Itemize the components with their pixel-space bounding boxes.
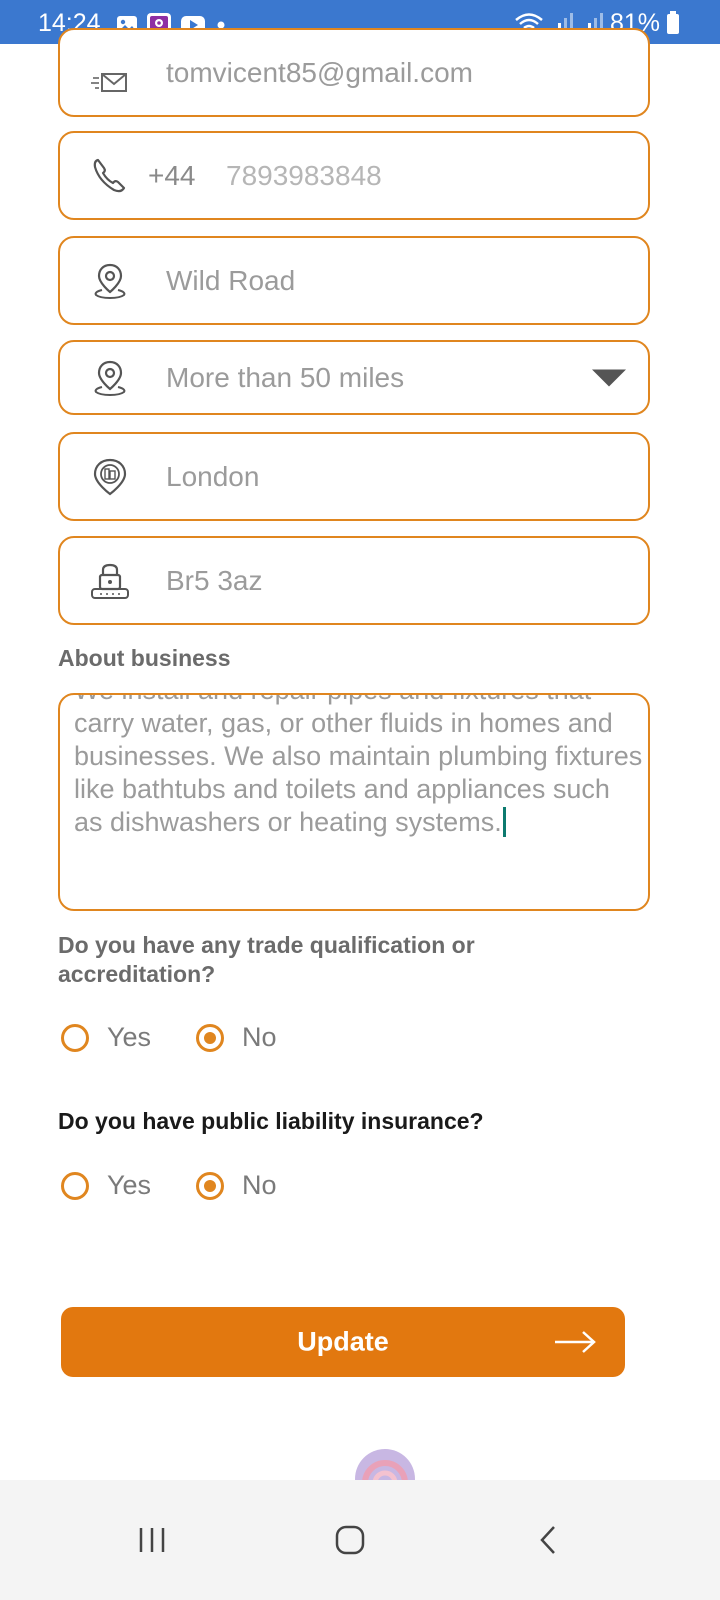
postcode-value: Br5 3az xyxy=(166,564,263,596)
city-value: London xyxy=(166,460,260,492)
qualification-question: Do you have any trade qualification or a… xyxy=(58,932,475,987)
back-button[interactable] xyxy=(518,1510,578,1570)
recent-apps-button[interactable] xyxy=(122,1510,182,1570)
home-icon xyxy=(335,1525,365,1555)
radio-unselected[interactable] xyxy=(61,1171,89,1200)
radio-label: Yes xyxy=(107,1170,152,1200)
radio-label: No xyxy=(242,1170,277,1200)
about-business-textarea[interactable]: We install and repair pipes and fixtures… xyxy=(58,693,650,911)
country-code[interactable]: +44 xyxy=(148,160,196,192)
insurance-question: Do you have public liability insurance? xyxy=(58,1108,484,1134)
city-field[interactable]: London xyxy=(58,432,650,521)
postcode-field[interactable]: Br5 3az xyxy=(58,536,650,625)
radio-unselected[interactable] xyxy=(61,1023,89,1052)
insurance-yes-radio[interactable]: Yes xyxy=(61,1170,151,1201)
chevron-down-icon[interactable] xyxy=(592,369,626,386)
city-pin-icon xyxy=(93,458,127,495)
address-value: Wild Road xyxy=(166,264,296,296)
location-pin-icon xyxy=(94,263,126,299)
text-cursor xyxy=(502,807,506,837)
qualification-no-radio[interactable]: No xyxy=(196,1022,277,1053)
phone-value: 7893983848 xyxy=(226,159,382,191)
email-field[interactable]: tomvicent85@gmail.com xyxy=(58,28,650,117)
back-icon xyxy=(540,1526,555,1554)
radio-selected[interactable] xyxy=(196,1171,224,1200)
qualification-yes-radio[interactable]: Yes xyxy=(61,1022,151,1053)
navigation-bar xyxy=(0,1480,720,1600)
email-icon xyxy=(91,72,127,92)
about-business-text: We install and repair pipes and fixtures… xyxy=(74,695,643,837)
update-button-label: Update xyxy=(297,1326,389,1357)
location-pin-icon xyxy=(94,360,126,396)
distance-value: More than 50 miles xyxy=(166,361,405,393)
radio-selected[interactable] xyxy=(196,1023,224,1052)
email-value: tomvicent85@gmail.com xyxy=(166,56,473,88)
battery-icon xyxy=(667,11,679,34)
home-button[interactable] xyxy=(320,1510,380,1570)
about-business-label: About business xyxy=(58,645,231,671)
radio-label: Yes xyxy=(107,1022,152,1052)
insurance-no-radio[interactable]: No xyxy=(196,1170,277,1201)
phone-icon xyxy=(93,158,126,192)
update-button[interactable]: Update xyxy=(61,1307,625,1377)
distance-dropdown[interactable]: More than 50 miles xyxy=(58,340,650,415)
postcode-icon xyxy=(91,563,129,599)
arrow-right-icon xyxy=(555,1331,596,1353)
phone-field[interactable]: +44 7893983848 xyxy=(58,131,650,220)
recent-apps-icon xyxy=(139,1528,165,1552)
radio-label: No xyxy=(242,1022,277,1052)
address-field[interactable]: Wild Road xyxy=(58,236,650,325)
